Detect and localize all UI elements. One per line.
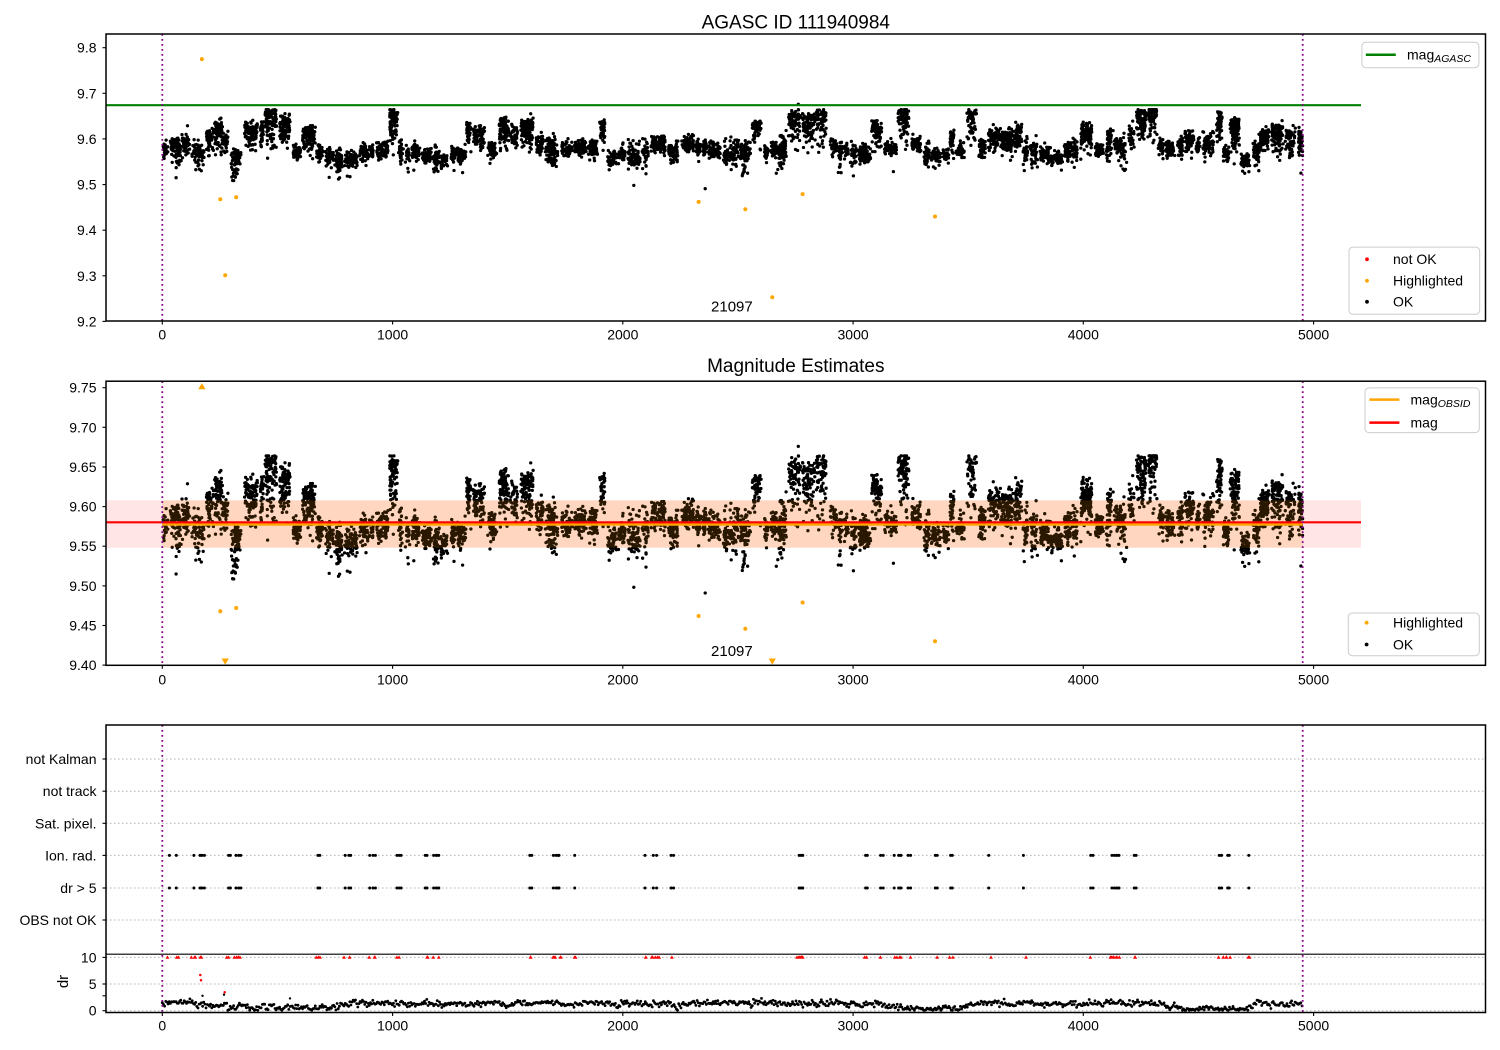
svg-text:9.60: 9.60 (69, 499, 96, 515)
svg-text:9.50: 9.50 (69, 578, 96, 594)
svg-text:9.2: 9.2 (77, 313, 97, 329)
svg-text:not OK: not OK (1393, 251, 1437, 267)
svg-text:not Kalman: not Kalman (26, 751, 97, 767)
svg-text:mag: mag (1411, 414, 1438, 430)
svg-text:1000: 1000 (377, 671, 408, 687)
svg-text:1000: 1000 (377, 327, 408, 343)
svg-text:Magnitude Estimates: Magnitude Estimates (707, 356, 884, 377)
svg-text:5000: 5000 (1298, 671, 1329, 687)
svg-text:0: 0 (158, 327, 166, 343)
svg-text:4000: 4000 (1068, 671, 1099, 687)
svg-text:5: 5 (89, 976, 97, 992)
svg-text:dr > 5: dr > 5 (60, 880, 96, 896)
svg-text:Ion. rad.: Ion. rad. (45, 847, 96, 863)
svg-text:Highlighted: Highlighted (1393, 615, 1463, 631)
svg-text:4000: 4000 (1068, 1017, 1099, 1033)
svg-text:OBS not OK: OBS not OK (19, 912, 97, 928)
svg-text:9.7: 9.7 (77, 85, 97, 101)
svg-text:OK: OK (1393, 636, 1414, 652)
svg-text:9.3: 9.3 (77, 268, 97, 284)
svg-text:9.6: 9.6 (77, 131, 97, 147)
svg-text:9.70: 9.70 (69, 419, 96, 435)
svg-text:9.5: 9.5 (77, 177, 97, 193)
svg-text:2000: 2000 (607, 1017, 638, 1033)
svg-text:dr: dr (55, 975, 72, 988)
svg-text:3000: 3000 (838, 327, 869, 343)
svg-text:5000: 5000 (1298, 1017, 1329, 1033)
svg-text:Sat. pixel.: Sat. pixel. (35, 815, 96, 831)
svg-text:0: 0 (89, 1003, 97, 1019)
svg-text:21097: 21097 (711, 643, 753, 660)
svg-text:21097: 21097 (711, 299, 753, 316)
svg-text:OK: OK (1393, 294, 1414, 310)
svg-text:2000: 2000 (607, 327, 638, 343)
svg-text:9.8: 9.8 (77, 40, 97, 56)
svg-text:9.65: 9.65 (69, 459, 96, 475)
svg-text:9.55: 9.55 (69, 538, 96, 554)
svg-text:AGASC ID 111940984: AGASC ID 111940984 (702, 13, 891, 34)
svg-text:2000: 2000 (607, 671, 638, 687)
svg-text:not track: not track (43, 783, 98, 799)
svg-text:3000: 3000 (838, 1017, 869, 1033)
svg-text:9.4: 9.4 (77, 222, 97, 238)
svg-text:5000: 5000 (1298, 327, 1329, 343)
svg-text:10: 10 (81, 949, 97, 965)
svg-text:0: 0 (158, 1017, 166, 1033)
svg-text:Highlighted: Highlighted (1393, 273, 1463, 289)
svg-text:4000: 4000 (1068, 327, 1099, 343)
svg-text:0: 0 (158, 671, 166, 687)
svg-text:1000: 1000 (377, 1017, 408, 1033)
svg-text:9.75: 9.75 (69, 380, 96, 396)
svg-text:9.45: 9.45 (69, 618, 96, 634)
svg-text:3000: 3000 (838, 671, 869, 687)
svg-text:9.40: 9.40 (69, 657, 96, 673)
